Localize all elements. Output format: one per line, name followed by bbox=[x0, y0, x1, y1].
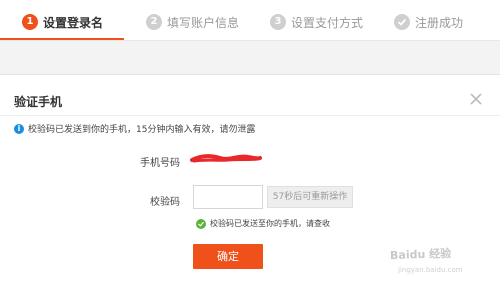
verification-code-input[interactable] bbox=[193, 185, 263, 209]
resend-code-button[interactable]: 57秒后可重新操作 bbox=[267, 186, 353, 208]
step-set-payment: 3 设置支付方式 bbox=[270, 12, 363, 32]
sent-message-text: 校验码已发送至你的手机，请查收 bbox=[210, 219, 330, 228]
step-number: 1 bbox=[22, 14, 38, 30]
section-gap bbox=[0, 41, 500, 74]
notice-text: 校验码已发送到你的手机，15分钟内输入有效，请勿泄露 bbox=[28, 125, 256, 135]
info-icon: i bbox=[14, 123, 24, 134]
step-registration-success: 注册成功 bbox=[394, 12, 463, 32]
code-label: 校验码 bbox=[150, 197, 180, 208]
success-check-icon bbox=[196, 218, 206, 229]
close-icon[interactable] bbox=[470, 93, 482, 105]
step-number: 3 bbox=[270, 14, 286, 30]
step-label: 设置支付方式 bbox=[291, 15, 364, 30]
watermark-url: jingyan.baidu.com bbox=[398, 266, 463, 274]
code-sent-notice: i 校验码已发送到你的手机，15分钟内输入有效，请勿泄露 bbox=[14, 122, 255, 135]
baidu-watermark: Baidu 经验 bbox=[389, 246, 452, 263]
phone-label: 手机号码 bbox=[140, 158, 180, 169]
step-set-login-name: 1 设置登录名 bbox=[22, 12, 103, 32]
code-sent-message: 校验码已发送至你的手机，请查收 bbox=[196, 218, 330, 229]
checkmark-icon bbox=[394, 14, 410, 30]
registration-steps: 1 设置登录名 2 填写账户信息 3 设置支付方式 注册成功 bbox=[0, 0, 500, 40]
step-label: 注册成功 bbox=[415, 15, 464, 30]
step-number: 2 bbox=[146, 14, 162, 30]
step-label: 填写账户信息 bbox=[167, 15, 240, 30]
panel-title: 验证手机 bbox=[14, 95, 63, 109]
step-fill-account-info: 2 填写账户信息 bbox=[146, 12, 239, 32]
phone-number-redacted bbox=[190, 151, 262, 165]
confirm-button[interactable]: 确定 bbox=[193, 244, 263, 269]
step-label: 设置登录名 bbox=[43, 15, 104, 30]
title-divider bbox=[0, 115, 500, 116]
